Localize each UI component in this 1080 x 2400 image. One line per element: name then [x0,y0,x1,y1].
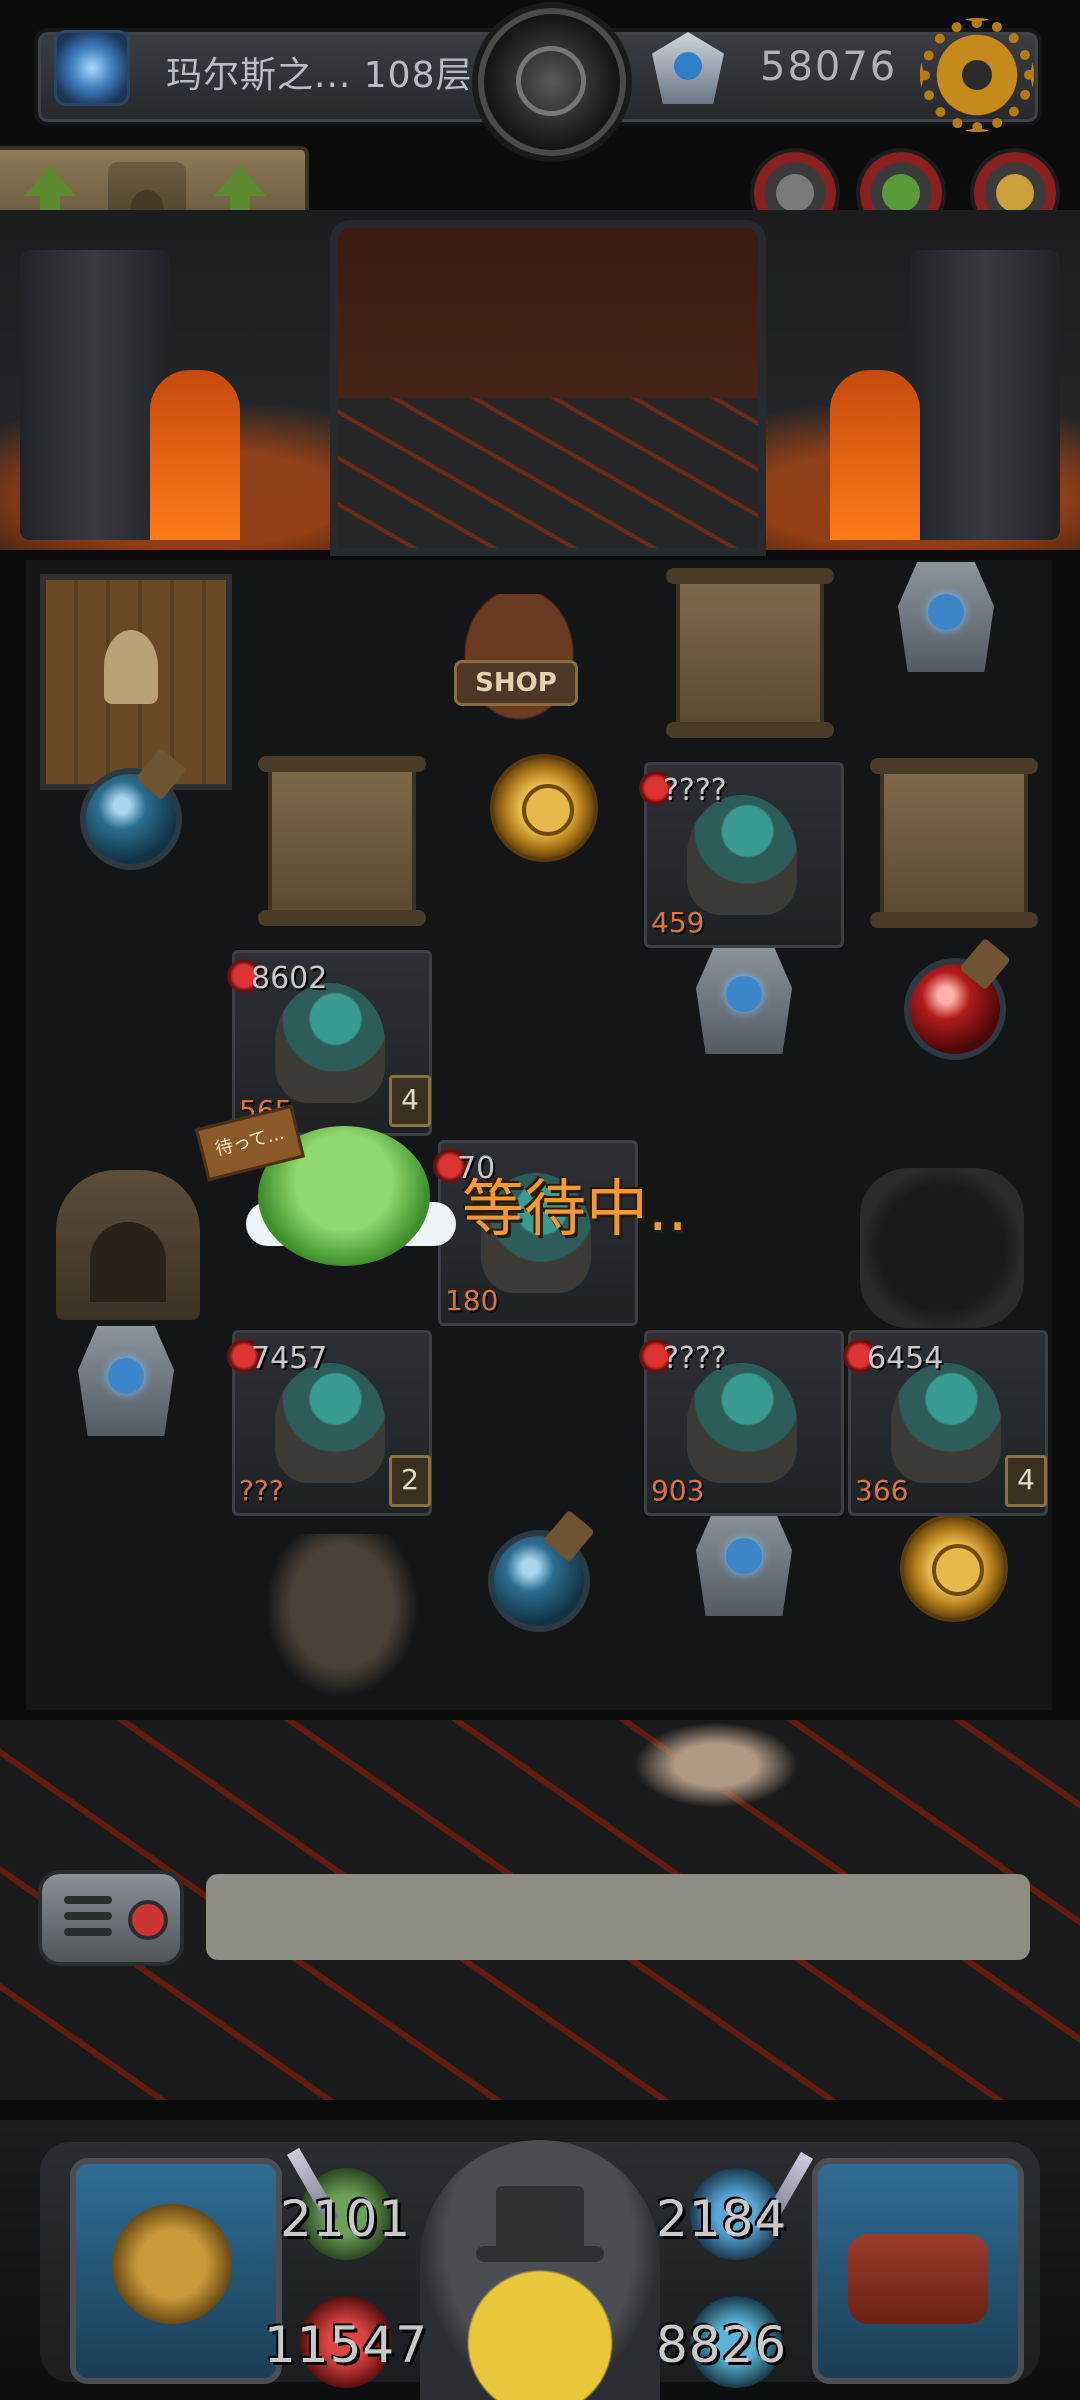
enemy-hp: 180 [445,1284,499,1317]
hero-character: 待って... [194,1098,456,1278]
blue-gem-stone-icon[interactable] [78,1326,174,1436]
blue-potion-icon[interactable] [488,1530,590,1632]
locked-door[interactable] [40,574,232,790]
portal-icon[interactable] [54,30,130,106]
red-potion-icon[interactable] [904,958,1006,1060]
enemy-defense: 2 [389,1455,431,1507]
arrow-up-icon [24,166,76,218]
defense-stat: 2184 [656,2190,788,2248]
enemy-attack: ???? [663,1341,727,1376]
gear-icon[interactable] [920,18,1034,132]
dragon-bones [620,1690,860,1840]
stone-pillar [20,250,170,540]
stone-pillar [910,250,1060,540]
dungeon-gate[interactable] [330,220,766,556]
enemy-hp: 366 [855,1474,909,1507]
blue-gem-stone-icon[interactable] [696,944,792,1054]
enemy-attack: 7457 [251,1341,328,1376]
lava-fall [150,370,240,540]
attack-stat: 2101 [280,2190,412,2248]
gold-coin-icon[interactable] [490,754,598,862]
skill-knight-icon [776,174,814,212]
shop-building[interactable]: SHOP [444,594,594,744]
blue-potion-icon[interactable] [80,768,182,870]
gold-count: 58076 [760,44,898,90]
dungeon-wall-scene [0,210,1080,556]
map-scroll-icon[interactable] [258,756,426,926]
waiting-status: 等待中.. [462,1172,688,1245]
top-hat-icon [476,2186,604,2262]
rune-scroll-icon[interactable] [870,758,1038,928]
enemy-fish-warrior[interactable]: 6454 366 4 [843,1330,1048,1516]
skill-hero-icon [996,174,1034,212]
hero-portrait[interactable] [420,2140,660,2400]
enemy-hp: ??? [239,1474,284,1507]
hp-stat: 11547 [264,2316,429,2374]
message-box [206,1874,1030,1960]
enemy-shield-warrior[interactable]: ???? 903 [639,1330,844,1516]
enemy-hp: 459 [651,906,705,939]
message-log-button[interactable] [38,1870,184,1966]
lava-fall [830,370,920,540]
floor-label: 玛尔斯之... 108层 [166,55,473,96]
enemy-defense: 4 [1005,1455,1047,1507]
enemy-attack: ???? [663,773,727,808]
rubble-tile [860,1168,1024,1328]
shop-sign: SHOP [454,660,578,706]
inventory-card-button[interactable] [812,2158,1024,2384]
skull-scroll-icon[interactable] [666,568,834,738]
enemy-archer[interactable]: 7457 ??? 2 [227,1330,432,1516]
blue-gem-stone-icon[interactable] [696,1506,792,1616]
stone-oven[interactable] [56,1170,200,1320]
blue-gem-stone-icon[interactable] [898,562,994,672]
enemy-attack: 6454 [867,1341,944,1376]
compass-card-button[interactable] [70,2158,282,2384]
mp-stat: 8826 [656,2316,788,2374]
enemy-hp: 903 [651,1474,705,1507]
gold-coin-icon[interactable] [900,1514,1008,1622]
enemy-attack: 8602 [251,961,328,996]
arrow-up-icon [214,166,266,218]
enemy-shield-warrior[interactable]: ???? 459 [639,762,844,948]
center-medal-icon[interactable] [478,8,626,156]
merchant-npc[interactable] [252,1534,432,1714]
skill-slime-icon [882,174,920,212]
